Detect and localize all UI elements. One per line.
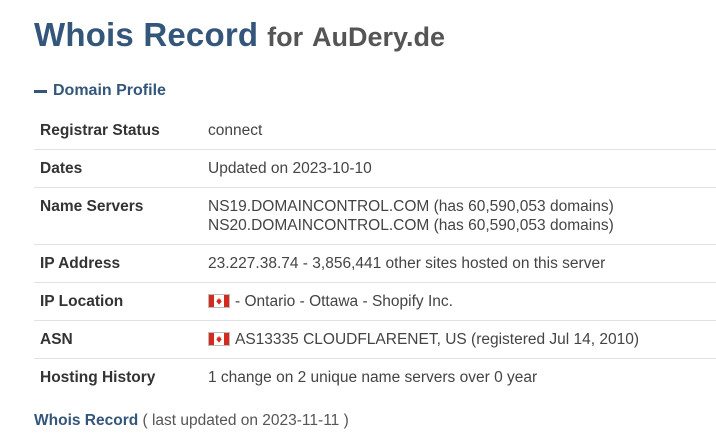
whois-record-footer: Whois Record ( last updated on 2023-11-1… bbox=[34, 412, 349, 430]
name-servers-key: Name Servers bbox=[34, 187, 208, 245]
domain-profile-toggle[interactable]: Domain Profile bbox=[34, 82, 166, 100]
registrar-status-key: Registrar Status bbox=[34, 112, 208, 150]
hosting-history-value: 1 change on 2 unique name servers over 0… bbox=[208, 358, 716, 396]
dates-value: Updated on 2023-10-10 bbox=[208, 149, 716, 188]
ip-address-key: IP Address bbox=[34, 244, 208, 283]
page-title-main: Whois Record bbox=[34, 16, 259, 53]
ip-location-key: IP Location bbox=[34, 282, 208, 321]
dates-key: Dates bbox=[34, 149, 208, 188]
whois-page: Whois Record for AuDery.de Domain Profil… bbox=[0, 0, 716, 440]
last-updated-note: ( last updated on 2023-11-11 ) bbox=[142, 412, 349, 429]
table-row: Name Servers NS19.DOMAINCONTROL.COM (has… bbox=[34, 187, 716, 245]
domain-profile-label: Domain Profile bbox=[53, 82, 166, 99]
registrar-status-value: connect bbox=[208, 112, 716, 150]
whois-record-link[interactable]: Whois Record bbox=[34, 412, 138, 429]
page-title-for: for bbox=[267, 22, 304, 52]
name-server-1: NS19.DOMAINCONTROL.COM (has 60,590,053 d… bbox=[208, 198, 614, 215]
table-row: IP Address 23.227.38.74 - 3,856,441 othe… bbox=[34, 244, 716, 283]
asn-key: ASN bbox=[34, 320, 208, 359]
canada-flag-icon bbox=[208, 294, 230, 308]
canada-flag-icon bbox=[208, 332, 230, 346]
domain-profile-table: Registrar Status connect Dates Updated o… bbox=[34, 112, 716, 396]
name-servers-value: NS19.DOMAINCONTROL.COM (has 60,590,053 d… bbox=[208, 187, 716, 245]
ip-location-value: - Ontario - Ottawa - Shopify Inc. bbox=[208, 282, 716, 321]
hosting-history-key: Hosting History bbox=[34, 358, 208, 396]
minus-icon bbox=[34, 89, 47, 93]
table-row: Dates Updated on 2023-10-10 bbox=[34, 149, 716, 188]
asn-value: AS13335 CLOUDFLARENET, US (registered Ju… bbox=[208, 320, 716, 359]
page-title: Whois Record for AuDery.de bbox=[34, 16, 445, 54]
name-server-2: NS20.DOMAINCONTROL.COM (has 60,590,053 d… bbox=[208, 217, 614, 234]
page-title-domain: AuDery.de bbox=[312, 22, 446, 52]
table-row: ASN AS13335 CLOUDFLARENET, US (registere… bbox=[34, 320, 716, 359]
table-row: IP Location - Ontario - Ottawa - Shopify… bbox=[34, 282, 716, 321]
ip-address-value: 23.227.38.74 - 3,856,441 other sites hos… bbox=[208, 244, 716, 283]
table-row: Hosting History 1 change on 2 unique nam… bbox=[34, 358, 716, 396]
table-row: Registrar Status connect bbox=[34, 112, 716, 150]
